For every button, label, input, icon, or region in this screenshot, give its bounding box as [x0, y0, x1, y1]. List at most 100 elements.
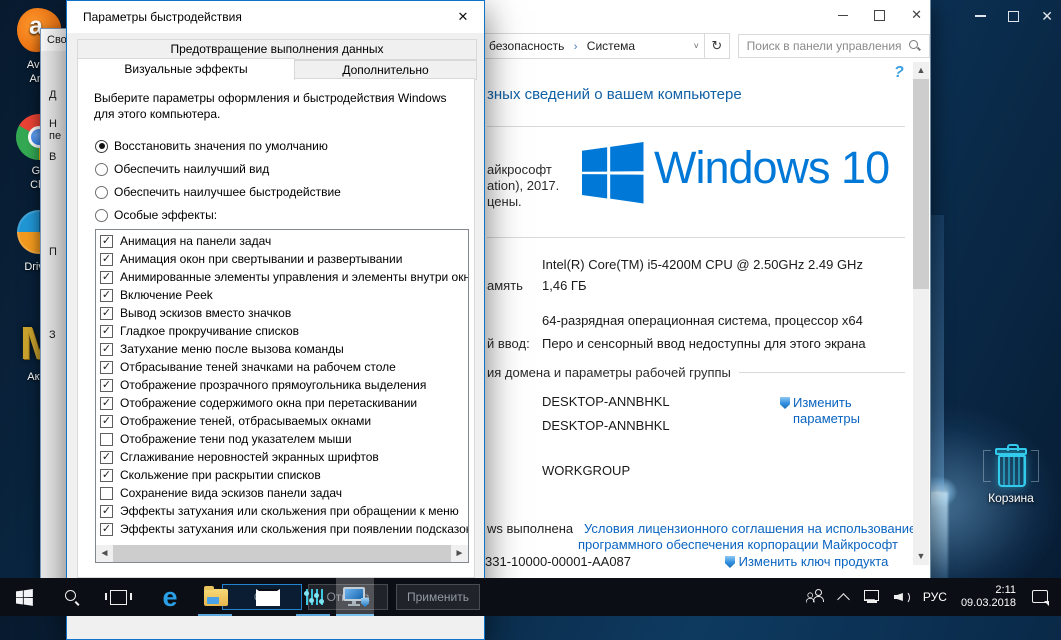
license-terms-link[interactable]: Условия лицензионного соглашения на испо…: [584, 521, 916, 536]
checkbox-icon[interactable]: ✓: [100, 306, 113, 320]
tab-visual-effects[interactable]: Визуальные эффекты: [77, 58, 295, 80]
checkbox-icon[interactable]: ✓: [100, 270, 113, 284]
license-terms-link-line2[interactable]: программного обеспечения корпорации Майк…: [578, 537, 898, 552]
effect-row[interactable]: Сохранение вида эскизов панели задач: [96, 484, 468, 502]
mail-button[interactable]: [253, 578, 283, 616]
clock[interactable]: 2:11 09.03.2018: [961, 584, 1016, 610]
vertical-scrollbar[interactable]: ▲ ▼: [913, 62, 929, 565]
search-input[interactable]: Поиск в панели управления: [737, 34, 930, 58]
effect-row[interactable]: ✓ Отбрасывание теней значками на рабочем …: [96, 358, 468, 376]
volume-icon[interactable]: [894, 590, 911, 604]
checkbox-icon[interactable]: ✓: [100, 342, 113, 356]
checkbox-icon[interactable]: ✓: [100, 252, 113, 266]
effect-row[interactable]: ✓ Анимация окон при свертывании и разверт…: [96, 250, 468, 268]
edge-button[interactable]: [155, 578, 185, 616]
language-indicator[interactable]: РУС: [923, 590, 947, 604]
help-icon[interactable]: ?: [894, 64, 904, 82]
search-icon[interactable]: [909, 40, 921, 52]
breadcrumb-item[interactable]: безопасность: [489, 39, 564, 53]
radio-option[interactable]: Обеспечить наилучший вид: [95, 162, 341, 176]
effect-row[interactable]: ✓ Эффекты затухания или скольжения при об…: [96, 502, 468, 520]
effect-row[interactable]: ✓ Включение Peek: [96, 286, 468, 304]
tab-advanced[interactable]: Дополнительно: [294, 60, 477, 80]
minimize-icon[interactable]: [975, 15, 987, 17]
effect-row[interactable]: Отображение тени под указателем мыши: [96, 430, 468, 448]
search-icon: [64, 589, 80, 605]
action-center-icon[interactable]: [1032, 590, 1049, 606]
tab-data-execution-prevention[interactable]: Предотвращение выполнения данных: [77, 39, 477, 60]
effect-row[interactable]: ✓ Отображение прозрачного прямоугольника …: [96, 376, 468, 394]
maximize-icon[interactable]: [1008, 10, 1020, 22]
checkbox-icon[interactable]: [100, 486, 113, 500]
effect-row[interactable]: ✓ Анимация на панели задач: [96, 232, 468, 250]
checkbox-icon[interactable]: ✓: [100, 360, 113, 374]
breadcrumb[interactable]: безопасность › Система ˅: [470, 33, 705, 59]
checkbox-icon[interactable]: ✓: [100, 414, 113, 428]
minimize-icon[interactable]: [838, 14, 849, 16]
change-settings-link[interactable]: Изменить параметры: [780, 395, 860, 427]
taskbar-search-button[interactable]: [57, 578, 87, 616]
scrollbar-thumb[interactable]: [913, 79, 929, 289]
scroll-left-icon[interactable]: ◄: [96, 545, 113, 562]
change-product-key-link[interactable]: Изменить ключ продукта: [725, 554, 888, 569]
radio-icon[interactable]: [95, 185, 108, 199]
breadcrumb-separator-icon: ›: [573, 41, 578, 53]
radio-option[interactable]: Особые эффекты:: [95, 208, 341, 222]
effect-row[interactable]: ✓ Сглаживание неровностей экранных шрифто…: [96, 448, 468, 466]
checkbox-icon[interactable]: ✓: [100, 468, 113, 482]
people-icon[interactable]: [805, 589, 825, 605]
close-icon[interactable]: ✕: [454, 8, 472, 26]
effect-row[interactable]: ✓ Затухание меню после вызова команды: [96, 340, 468, 358]
start-button[interactable]: [9, 578, 39, 616]
effect-row[interactable]: ✓ Вывод эскизов вместо значков: [96, 304, 468, 322]
horizontal-scrollbar[interactable]: ◄ ►: [96, 545, 468, 562]
breadcrumb-item-current[interactable]: Система: [587, 39, 635, 53]
show-hidden-icons-chevron[interactable]: [837, 592, 850, 606]
system-window-titlebar[interactable]: ✕: [470, 0, 930, 30]
checkbox-icon[interactable]: ✓: [100, 396, 113, 410]
checkbox-icon[interactable]: ✓: [100, 288, 113, 302]
checkbox-icon[interactable]: ✓: [100, 504, 113, 518]
ram-label: амять: [487, 278, 523, 293]
dialog-titlebar[interactable]: Параметры быстродействия ✕: [67, 1, 484, 33]
effect-row[interactable]: ✓ Отображение содержимого окна при перета…: [96, 394, 468, 412]
checkbox-icon[interactable]: [100, 432, 113, 446]
apply-button[interactable]: Применить: [396, 584, 480, 610]
file-explorer-button[interactable]: [201, 578, 231, 616]
effect-label: Сохранение вида эскизов панели задач: [120, 486, 343, 500]
checkbox-icon[interactable]: ✓: [100, 234, 113, 248]
radio-icon[interactable]: [95, 139, 108, 153]
uac-shield-icon: [725, 556, 735, 568]
scroll-right-icon[interactable]: ►: [451, 545, 468, 562]
checkbox-icon[interactable]: ✓: [100, 324, 113, 338]
system-properties-task-button[interactable]: [340, 578, 370, 616]
system-properties-window[interactable]: Свой Д Нпе В П З: [40, 28, 68, 582]
close-icon[interactable]: ✕: [1041, 9, 1053, 23]
product-id-value: 331-10000-00001-AA087: [485, 554, 632, 569]
effect-row[interactable]: ✓ Скольжение при раскрытии списков: [96, 466, 468, 484]
checkbox-icon[interactable]: ✓: [100, 522, 113, 536]
effect-row[interactable]: ✓ Эффекты затухания или скольжения при по…: [96, 520, 468, 538]
checkbox-icon[interactable]: ✓: [100, 378, 113, 392]
scroll-up-icon[interactable]: ▲: [913, 62, 929, 79]
breadcrumb-dropdown-icon[interactable]: ˅: [689, 41, 704, 51]
radio-option[interactable]: Обеспечить наилучшее быстродействие: [95, 185, 341, 199]
effect-row[interactable]: ✓ Отображение теней, отбрасываемых окнами: [96, 412, 468, 430]
effect-row[interactable]: ✓ Гладкое прокручивание списков: [96, 322, 468, 340]
task-view-button[interactable]: [103, 578, 133, 616]
scroll-down-icon[interactable]: ▼: [913, 548, 929, 565]
effect-row[interactable]: ✓ Анимированные элементы управления и эле…: [96, 268, 468, 286]
radio-icon[interactable]: [95, 208, 108, 222]
checkbox-icon[interactable]: ✓: [100, 450, 113, 464]
close-icon[interactable]: ✕: [911, 7, 922, 23]
visual-effects-list[interactable]: ✓ Анимация на панели задач ✓ Анимация окон …: [95, 229, 469, 563]
recycle-bin[interactable]: Корзина: [976, 444, 1046, 505]
network-icon[interactable]: [863, 590, 880, 604]
radio-icon[interactable]: [95, 162, 108, 176]
refresh-button[interactable]: ↻: [704, 33, 730, 59]
scrollbar-thumb[interactable]: [113, 545, 451, 562]
settings-app-button[interactable]: [299, 578, 329, 616]
maximize-icon[interactable]: [874, 9, 886, 21]
page-title: зных сведений о вашем компьютере: [487, 86, 742, 103]
radio-option[interactable]: Восстановить значения по умолчанию: [95, 139, 341, 153]
